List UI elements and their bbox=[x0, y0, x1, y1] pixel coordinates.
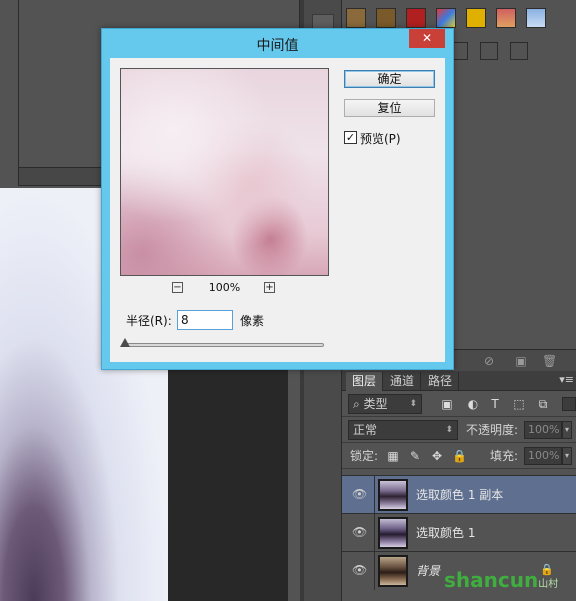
visibility-column: 👁 bbox=[342, 552, 375, 590]
layer-thumbnail bbox=[378, 479, 408, 511]
reset-button[interactable]: 复位 bbox=[344, 99, 435, 117]
style-slot[interactable] bbox=[480, 42, 498, 60]
smart-object-filter-icon[interactable]: ⧉ bbox=[536, 397, 550, 411]
layers-tabbar: 图层 通道 路径 ▾≡ bbox=[342, 371, 576, 391]
chevron-updown-icon: ⬍ bbox=[409, 399, 417, 409]
layer-row-selective-color[interactable]: 👁 选取颜色 1 bbox=[342, 513, 576, 552]
lock-move-icon[interactable]: ✥ bbox=[430, 449, 444, 463]
lock-paint-icon[interactable]: ✎ bbox=[408, 449, 422, 463]
blend-mode-label: 正常 bbox=[353, 423, 378, 437]
layer-thumbnail bbox=[378, 517, 408, 549]
fill-label: 填充: bbox=[490, 449, 519, 463]
lock-label: 锁定: bbox=[350, 449, 379, 463]
radius-slider-thumb[interactable] bbox=[120, 338, 130, 347]
radius-row: 半径(R): 8 像素 bbox=[126, 310, 426, 330]
style-swatch[interactable] bbox=[436, 8, 456, 28]
fill-dropdown-icon[interactable]: ▾ bbox=[562, 447, 572, 465]
blend-mode-select[interactable]: 正常 ⬍ bbox=[348, 420, 458, 440]
no-style-icon[interactable]: ⊘ bbox=[482, 354, 496, 368]
trash-icon[interactable]: 🗑 bbox=[542, 354, 557, 368]
style-swatches bbox=[346, 8, 546, 28]
layer-thumbnail bbox=[378, 555, 408, 587]
radius-unit: 像素 bbox=[240, 314, 265, 328]
eye-icon[interactable]: 👁 bbox=[352, 526, 367, 538]
style-swatch[interactable] bbox=[466, 8, 486, 28]
zoom-in-button[interactable]: + bbox=[264, 282, 275, 293]
zoom-level: 100% bbox=[208, 281, 241, 294]
panel-menu-icon[interactable]: ▾≡ bbox=[559, 373, 574, 386]
lock-transparent-icon[interactable]: ▦ bbox=[386, 449, 400, 463]
layers-panel: 图层 通道 路径 ▾≡ ⌕ 类型 ⬍ ▣ ◐ T ⬚ ⧉ 正常 ⬍ 不透明度: … bbox=[342, 371, 576, 601]
layer-name[interactable]: 背景 bbox=[416, 563, 440, 579]
lock-row: 锁定: ▦ ✎ ✥ 🔒 填充: 100% ▾ bbox=[342, 443, 576, 469]
type-filter-icon[interactable]: T bbox=[488, 397, 502, 411]
layer-row-selective-color-copy[interactable]: 👁 选取颜色 1 副本 bbox=[342, 475, 576, 514]
style-swatch[interactable] bbox=[376, 8, 396, 28]
layer-name[interactable]: 选取颜色 1 副本 bbox=[416, 487, 503, 503]
shape-filter-icon[interactable]: ⬚ bbox=[512, 397, 526, 411]
radius-slider-track[interactable] bbox=[124, 343, 324, 347]
median-filter-dialog: 中间值 ✕ − 100% + 确定 复位 ✓ 预览(P) 半径(R): 8 像素 bbox=[101, 28, 454, 370]
style-swatch[interactable] bbox=[346, 8, 366, 28]
filter-kind-label: 类型 bbox=[363, 397, 388, 411]
blend-row: 正常 ⬍ 不透明度: 100% ▾ bbox=[342, 417, 576, 443]
tab-paths[interactable]: 路径 bbox=[422, 372, 460, 391]
radius-input[interactable]: 8 bbox=[177, 310, 233, 330]
close-button[interactable]: ✕ bbox=[409, 29, 445, 48]
style-swatch[interactable] bbox=[496, 8, 516, 28]
opacity-dropdown-icon[interactable]: ▾ bbox=[562, 421, 572, 439]
dialog-body: − 100% + 确定 复位 ✓ 预览(P) 半径(R): 8 像素 bbox=[110, 58, 445, 362]
lock-all-icon[interactable]: 🔒 bbox=[452, 449, 467, 463]
search-icon: ⌕ bbox=[353, 397, 364, 411]
pixel-filter-icon[interactable]: ▣ bbox=[440, 397, 454, 411]
eye-icon[interactable]: 👁 bbox=[352, 564, 367, 576]
eye-icon[interactable]: 👁 bbox=[352, 488, 367, 500]
preview-checkbox-label[interactable]: 预览(P) bbox=[360, 130, 401, 147]
filter-preview-image[interactable] bbox=[120, 68, 329, 276]
new-style-icon[interactable]: ▣ bbox=[514, 354, 528, 368]
chevron-updown-icon: ⬍ bbox=[445, 425, 453, 435]
visibility-column: 👁 bbox=[342, 514, 375, 552]
opacity-input[interactable]: 100% bbox=[524, 421, 562, 439]
preview-checkbox[interactable]: ✓ bbox=[344, 131, 357, 144]
tab-channels[interactable]: 通道 bbox=[384, 372, 422, 391]
opacity-label: 不透明度: bbox=[466, 423, 519, 437]
layer-name[interactable]: 选取颜色 1 bbox=[416, 525, 475, 541]
fill-input[interactable]: 100% bbox=[524, 447, 562, 465]
filter-row: ⌕ 类型 ⬍ ▣ ◐ T ⬚ ⧉ bbox=[342, 391, 576, 417]
watermark: shancun山村 .net bbox=[444, 568, 576, 601]
radius-label: 半径(R): bbox=[126, 314, 172, 328]
dialog-title[interactable]: 中间值 bbox=[102, 35, 453, 55]
ok-button[interactable]: 确定 bbox=[344, 70, 435, 88]
watermark-text: shancun bbox=[444, 568, 539, 592]
visibility-column: 👁 bbox=[342, 476, 375, 514]
style-swatch[interactable] bbox=[406, 8, 426, 28]
filter-kind-select[interactable]: ⌕ 类型 ⬍ bbox=[348, 394, 422, 414]
style-swatch[interactable] bbox=[526, 8, 546, 28]
tab-layers[interactable]: 图层 bbox=[346, 372, 384, 391]
filter-toggle-icon[interactable] bbox=[562, 397, 576, 411]
zoom-row: − 100% + bbox=[120, 280, 329, 296]
style-slot[interactable] bbox=[510, 42, 528, 60]
adjustment-filter-icon[interactable]: ◐ bbox=[466, 397, 480, 411]
